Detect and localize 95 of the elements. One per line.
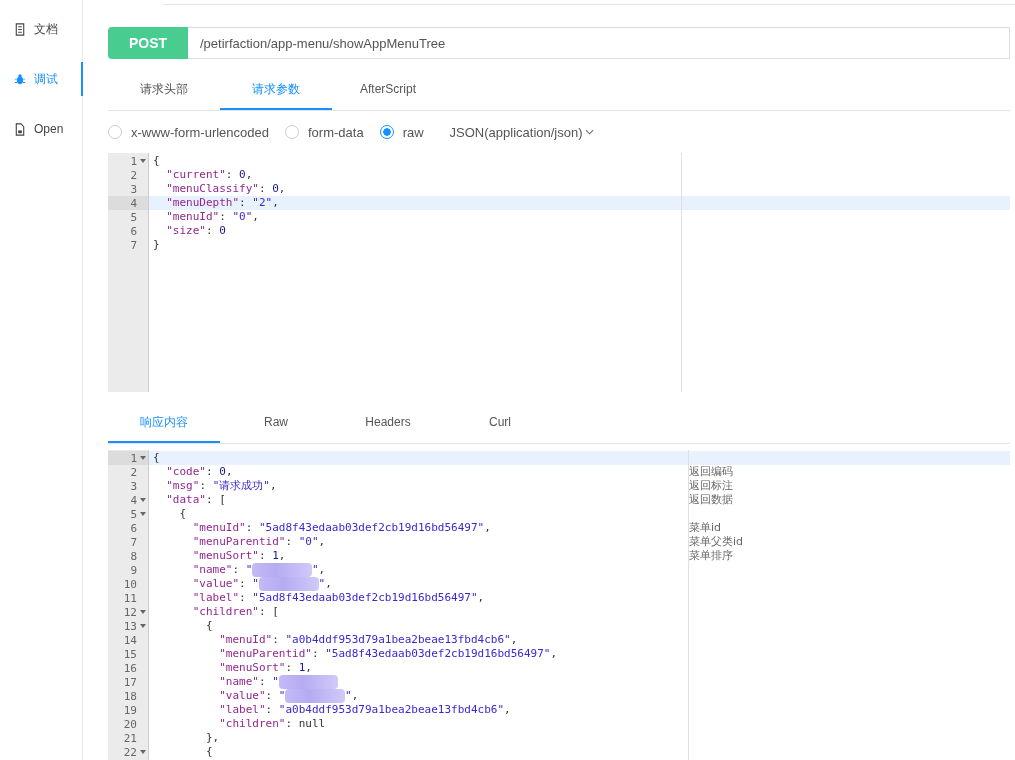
code-line: "value": "	[191, 577, 259, 591]
code-line: "menuParentid": "5ad8f43edaab03def2cb19d16bd56497",	[218, 647, 557, 661]
line-number: 19	[123, 703, 137, 717]
line-number: 4	[130, 196, 137, 210]
line-number: 21	[123, 731, 137, 745]
code-line: "menuParentid": "0",	[191, 535, 326, 549]
radio-option[interactable]: form-data	[285, 124, 364, 140]
code-line: "name": "	[191, 563, 253, 577]
line-number: 3	[130, 182, 137, 196]
tab[interactable]: AfterScript	[332, 75, 444, 110]
code-line: "size": 0	[165, 224, 226, 238]
tab[interactable]: Curl	[444, 408, 556, 443]
radio-button[interactable]	[285, 125, 299, 139]
code-line: "value": "	[218, 689, 286, 703]
fold-toggle-icon[interactable]	[140, 610, 146, 614]
radio-button[interactable]	[379, 125, 394, 139]
fold-toggle-icon[interactable]	[140, 498, 146, 502]
code-line: {	[153, 451, 160, 465]
code-line: {	[178, 507, 187, 521]
radio-label: form-data	[308, 124, 364, 140]
line-number: 12	[123, 605, 137, 619]
code-comment: 菜单父类id	[689, 535, 744, 548]
code-line: "menuDepth": "2",	[165, 196, 279, 210]
tab[interactable]: Headers	[332, 408, 444, 443]
code-line: {	[204, 745, 213, 759]
line-number: 9	[130, 563, 137, 577]
fold-toggle-icon[interactable]	[140, 624, 146, 628]
line-number: 5	[130, 210, 137, 224]
code-comment: 返回标注	[689, 479, 733, 492]
code-comment: 菜单排序	[689, 549, 733, 562]
line-number: 4	[130, 493, 137, 507]
code-text: ",	[311, 563, 326, 577]
line-number: 3	[130, 479, 137, 493]
code-line: },	[204, 731, 220, 745]
line-number: 20	[123, 717, 137, 731]
file-icon	[14, 122, 26, 136]
fold-toggle-icon[interactable]	[140, 512, 146, 516]
code-line: "code": 0,	[165, 465, 233, 479]
line-number: 14	[123, 633, 137, 647]
code-line: }	[153, 238, 160, 252]
code-editor[interactable]: 1 2 3 4 5 6 7 { "current": 0, "menuClassify": 0, "menuDepth": "2", "menuId": "0", "size": 0 }	[108, 153, 1010, 392]
fold-toggle-icon[interactable]	[140, 750, 146, 754]
radio-button[interactable]	[108, 125, 122, 139]
line-number: 6	[130, 521, 137, 535]
caret-icon	[584, 129, 594, 135]
code-line: "data": [	[165, 493, 226, 507]
code-line: "label": "a0b4ddf953d79a1bea2beae13fbd4cb6",	[218, 703, 511, 717]
fold-toggle-icon[interactable]	[140, 159, 146, 163]
code-comment: 菜单id	[689, 521, 722, 534]
code-line: {	[204, 619, 213, 633]
line-number: 1	[130, 451, 137, 465]
code-line: "children": null	[218, 717, 326, 731]
fold-toggle-icon[interactable]	[140, 456, 146, 460]
sidebar-item[interactable]: 文档	[0, 12, 83, 46]
line-number: 18	[123, 689, 137, 703]
line-number: 1	[130, 154, 137, 168]
code-text: ",	[345, 689, 359, 703]
sidebar-item[interactable]: Open	[0, 112, 83, 146]
code-line: "children": [	[191, 605, 279, 619]
code-editor[interactable]	[108, 450, 1010, 760]
line-number: 8	[130, 549, 137, 563]
code-comment: 返回数据	[689, 493, 733, 506]
line-number: 5	[130, 507, 137, 521]
code-line: "menuClassify": 0,	[165, 182, 286, 196]
url-field[interactable]: /petirfaction/app-menu/showAppMenuTree	[188, 27, 1010, 59]
code-line: "menuId": "a0b4ddf953d79a1bea2beae13fbd4cb6",	[218, 633, 518, 647]
line-number: 6	[130, 224, 137, 238]
code-line: "name": "	[218, 675, 279, 689]
line-number: 11	[123, 591, 137, 605]
code-line: "label": "5ad8f43edaab03def2cb19d16bd56497",	[191, 591, 485, 605]
code-line: "menuId": "5ad8f43edaab03def2cb19d16bd56497",	[191, 521, 491, 535]
line-number: 22	[123, 745, 137, 759]
radio-option[interactable]: raw	[379, 124, 424, 140]
line-number: 10	[123, 577, 137, 591]
document-icon	[14, 22, 26, 36]
code-line: {	[153, 154, 160, 168]
line-number: 2	[130, 168, 137, 182]
code-text: ",	[318, 577, 332, 591]
code-line: "menuSort": 1,	[218, 661, 312, 675]
tab[interactable]: Raw	[220, 408, 332, 443]
line-number: 13	[123, 619, 137, 633]
line-number: 17	[123, 675, 137, 689]
radio-label: raw	[402, 124, 424, 140]
code-comment: 返回编码	[689, 465, 733, 478]
code-line: "menuId": "0",	[165, 210, 259, 224]
line-number: 2	[130, 465, 137, 479]
code-line: "msg": "请求成功",	[165, 479, 277, 493]
bug-icon	[14, 72, 26, 86]
line-number: 15	[123, 647, 137, 661]
tab[interactable]: 请求头部	[108, 75, 220, 110]
code-line: "menuSort": 1,	[191, 549, 286, 563]
code-line: "current": 0,	[165, 168, 253, 182]
line-number: 7	[130, 238, 137, 252]
line-number: 7	[130, 535, 137, 549]
line-number: 16	[123, 661, 137, 675]
